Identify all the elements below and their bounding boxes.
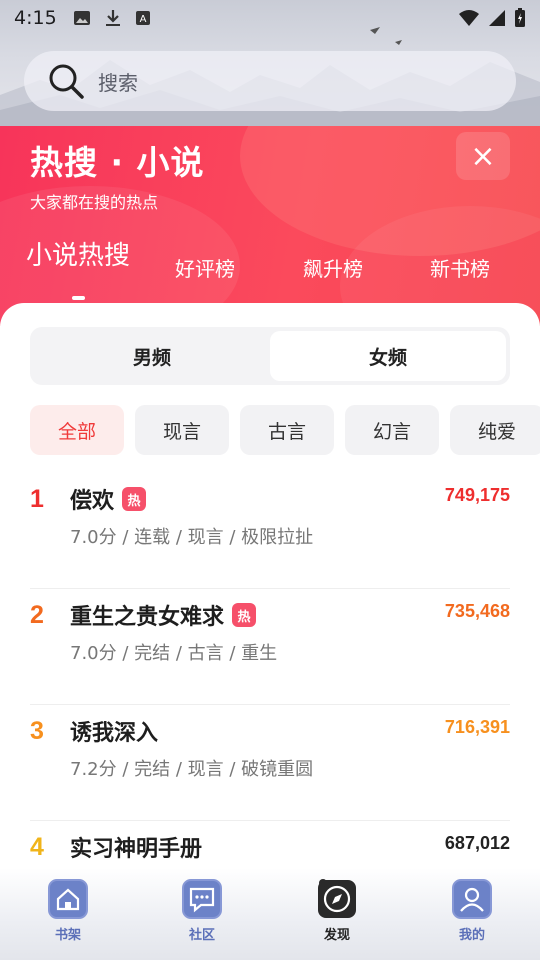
- book-meta: 7.2分 / 完结 / 现言 / 破镜重圆: [70, 759, 314, 780]
- chip-pure-love[interactable]: 纯爱: [450, 405, 540, 455]
- book-meta: 7.0分 / 连载 / 现言 / 极限拉扯: [70, 527, 314, 548]
- book-title-row: 诱我深入: [70, 715, 158, 747]
- hot-score: 749,175: [444, 485, 510, 505]
- profile-icon: [452, 879, 492, 919]
- rank-number: 3: [30, 717, 44, 745]
- ranking-item[interactable]: 1 偿欢 热 7.0分 / 连载 / 现言 / 极限拉扯 749,175: [30, 473, 510, 589]
- book-title-row: 偿欢 热: [70, 483, 147, 515]
- ranking-item[interactable]: 3 诱我深入 7.2分 / 完结 / 现言 / 破镜重圆 716,391: [30, 705, 510, 821]
- status-time: 4:15: [14, 7, 57, 29]
- discover-icon: [318, 879, 356, 918]
- chip-ancient[interactable]: 古言: [240, 405, 334, 455]
- search-icon: [49, 64, 84, 99]
- gender-male-option[interactable]: 男频: [34, 331, 270, 381]
- book-title: 实习神明手册: [70, 837, 203, 862]
- download-icon: [105, 10, 120, 26]
- hot-subtitle: 大家都在搜的热点: [30, 193, 159, 212]
- ranking-item[interactable]: 2 重生之贵女难求 热 7.0分 / 完结 / 古言 / 重生 735,468: [30, 589, 510, 705]
- nav-label-bookshelf: 书架: [54, 928, 81, 943]
- book-title: 偿欢: [70, 489, 115, 514]
- hot-title: 热搜 · 小说: [30, 143, 205, 182]
- gender-toggle: 男频 女频: [30, 327, 510, 385]
- nav-label-community: 社区: [188, 928, 215, 943]
- rank-number: 1: [30, 485, 44, 513]
- svg-text:A: A: [139, 14, 146, 25]
- search-bar[interactable]: 搜索: [24, 51, 516, 111]
- ranking-tabs: 小说热搜 好评榜 飙升榜 新书榜: [0, 240, 540, 290]
- hot-score: 716,391: [444, 717, 510, 737]
- nav-community[interactable]: 社区: [152, 876, 252, 943]
- tab-novel-hot[interactable]: 小说热搜: [26, 235, 130, 272]
- chip-all[interactable]: 全部: [30, 405, 124, 455]
- nav-label-discover: 发现: [323, 928, 350, 943]
- tab-new-books[interactable]: 新书榜: [430, 253, 490, 282]
- gender-female-option[interactable]: 女频: [270, 331, 506, 381]
- close-icon: ×: [470, 138, 496, 174]
- close-button[interactable]: ×: [456, 132, 510, 180]
- book-meta: 7.0分 / 完结 / 古言 / 重生: [70, 643, 278, 664]
- chip-fantasy[interactable]: 幻言: [345, 405, 439, 455]
- bookshelf-icon: [48, 879, 88, 919]
- hot-badge: 热: [232, 603, 257, 627]
- tab-good-reviews[interactable]: 好评榜: [175, 253, 235, 282]
- hot-badge: 热: [122, 487, 147, 511]
- book-title-row: 重生之贵女难求 热: [70, 599, 257, 631]
- nav-label-profile: 我的: [458, 928, 485, 943]
- book-title: 重生之贵女难求: [70, 605, 225, 630]
- community-icon: [182, 879, 222, 919]
- battery-icon: [515, 8, 525, 27]
- rank-number: 4: [30, 833, 44, 861]
- category-chips: 全部 现言 古言 幻言 纯爱: [30, 405, 540, 457]
- book-title-row: 实习神明手册: [70, 831, 202, 863]
- active-tab-indicator: [72, 296, 85, 300]
- hot-score: 735,468: [444, 601, 510, 621]
- app-notification-icon: A: [135, 11, 150, 25]
- nav-discover[interactable]: 发现: [287, 876, 387, 943]
- image-notification-icon: [73, 11, 90, 25]
- search-placeholder: 搜索: [98, 70, 138, 95]
- book-title: 诱我深入: [70, 721, 159, 746]
- nav-profile[interactable]: 我的: [422, 876, 522, 943]
- tab-rising[interactable]: 飙升榜: [303, 253, 363, 282]
- chip-modern[interactable]: 现言: [135, 405, 229, 455]
- rank-number: 2: [30, 601, 44, 629]
- wifi-icon: [459, 10, 479, 26]
- signal-icon: [489, 10, 505, 26]
- bottom-navigation: 书架 社区 发现 我的: [0, 868, 540, 960]
- status-bar: 4:15 A: [0, 0, 540, 36]
- nav-bookshelf[interactable]: 书架: [18, 876, 118, 943]
- hot-score: 687,012: [444, 833, 510, 853]
- ranking-panel: 男频 女频 全部 现言 古言 幻言 纯爱 1 偿欢 热 7.0分 / 连载 / …: [0, 303, 540, 903]
